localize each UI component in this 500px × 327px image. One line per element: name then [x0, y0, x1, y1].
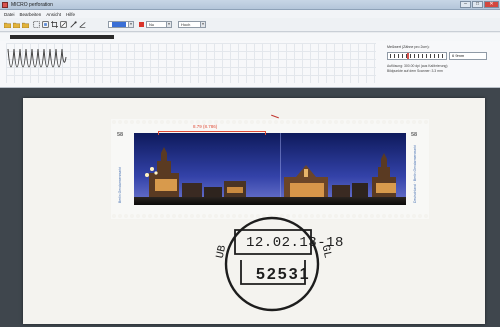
perforation-waveform	[7, 48, 67, 68]
postmark-zip: 52531	[256, 266, 311, 283]
measurement-bracket[interactable]	[158, 131, 266, 135]
menu-help[interactable]: Hilfe	[66, 12, 75, 17]
close-button[interactable]: ✕	[484, 1, 499, 8]
window-title: MICRO perforation	[11, 1, 53, 8]
open-icon[interactable]	[4, 21, 11, 28]
perforation-gauge	[387, 52, 447, 60]
toolbar: ▾ Nu ▾ Hoch ▾	[0, 18, 500, 32]
stamp-image	[134, 133, 406, 205]
window-controls: – □ ✕	[460, 1, 499, 8]
menu-edit[interactable]: Bearbeiten	[20, 12, 42, 17]
crop-icon[interactable]	[51, 21, 58, 28]
resolution-select[interactable]: Hoch ▾	[178, 21, 206, 28]
print-icon[interactable]	[22, 21, 29, 28]
ruler-marker	[10, 35, 114, 39]
measure-icon[interactable]	[70, 21, 77, 28]
angle-icon[interactable]	[79, 21, 86, 28]
ruler-strip	[0, 33, 500, 41]
stamp-caption-left: Berlin Gendarmenmarkt	[118, 167, 122, 203]
menu-view[interactable]: Ansicht	[46, 12, 61, 17]
resolution-note: Auflösung: 300.00 dpi (aus Kalibrierung)	[387, 64, 448, 68]
app-window: MICRO perforation – □ ✕ Datei Bearbeiten…	[0, 0, 500, 327]
chevron-down-icon[interactable]: ▾	[166, 22, 171, 27]
measurement-info: Meßwert (Zähne pro 2cm): 6 9mm Auflösung…	[383, 43, 495, 83]
scanner-note: Bildpunkte auf dem Scanner: 3.3 mm	[387, 69, 443, 73]
zoom-icon[interactable]	[60, 21, 67, 28]
gauge-ticks	[390, 54, 444, 58]
measurement-result: 8.79 (8.786)	[193, 124, 218, 129]
stamp-caption-right: Deutschland · Berlin Gendarmenmarkt	[413, 145, 417, 203]
analysis-panel: Meßwert (Zähne pro 2cm): 6 9mm Auflösung…	[0, 41, 500, 88]
scan-marker	[271, 114, 279, 119]
gauge-marker	[407, 53, 410, 59]
resolution-select-value: Hoch	[181, 22, 191, 27]
color-swatch-blue	[112, 22, 126, 27]
perforation-select[interactable]: Nu ▾	[146, 21, 172, 28]
title-bar: MICRO perforation – □ ✕	[0, 0, 500, 10]
select-icon[interactable]	[33, 21, 40, 28]
color-swatch-red	[139, 22, 144, 27]
frame-icon[interactable]	[42, 21, 49, 28]
minimize-button[interactable]: –	[460, 1, 471, 8]
chevron-down-icon[interactable]: ▾	[128, 22, 133, 27]
perforation-graph	[6, 43, 376, 83]
menu-bar: Datei Bearbeiten Ansicht Hilfe	[0, 10, 500, 18]
scan-view[interactable]: 58 58 Berlin Gendarmenmarkt Deutschland …	[0, 88, 500, 327]
envelope-scan: 58 58 Berlin Gendarmenmarkt Deutschland …	[23, 98, 485, 324]
app-icon	[2, 1, 8, 8]
postmark: UB GL 12.02.13-18 52531	[207, 216, 343, 312]
postmark-date: 12.02.13-18	[246, 235, 344, 251]
measurement-value: 6 9mm	[449, 52, 487, 60]
stamp-value-left: 58	[117, 132, 124, 138]
save-icon[interactable]	[13, 21, 20, 28]
chevron-down-icon[interactable]: ▾	[200, 22, 205, 27]
perforation-select-value: Nu	[149, 22, 155, 27]
menu-file[interactable]: Datei	[4, 12, 15, 17]
measurement-label: Meßwert (Zähne pro 2cm):	[387, 45, 430, 49]
maximize-button[interactable]: □	[472, 1, 483, 8]
stamp-value-right: 58	[411, 132, 418, 138]
stamp[interactable]: 58 58 Berlin Gendarmenmarkt Deutschland …	[111, 119, 429, 219]
